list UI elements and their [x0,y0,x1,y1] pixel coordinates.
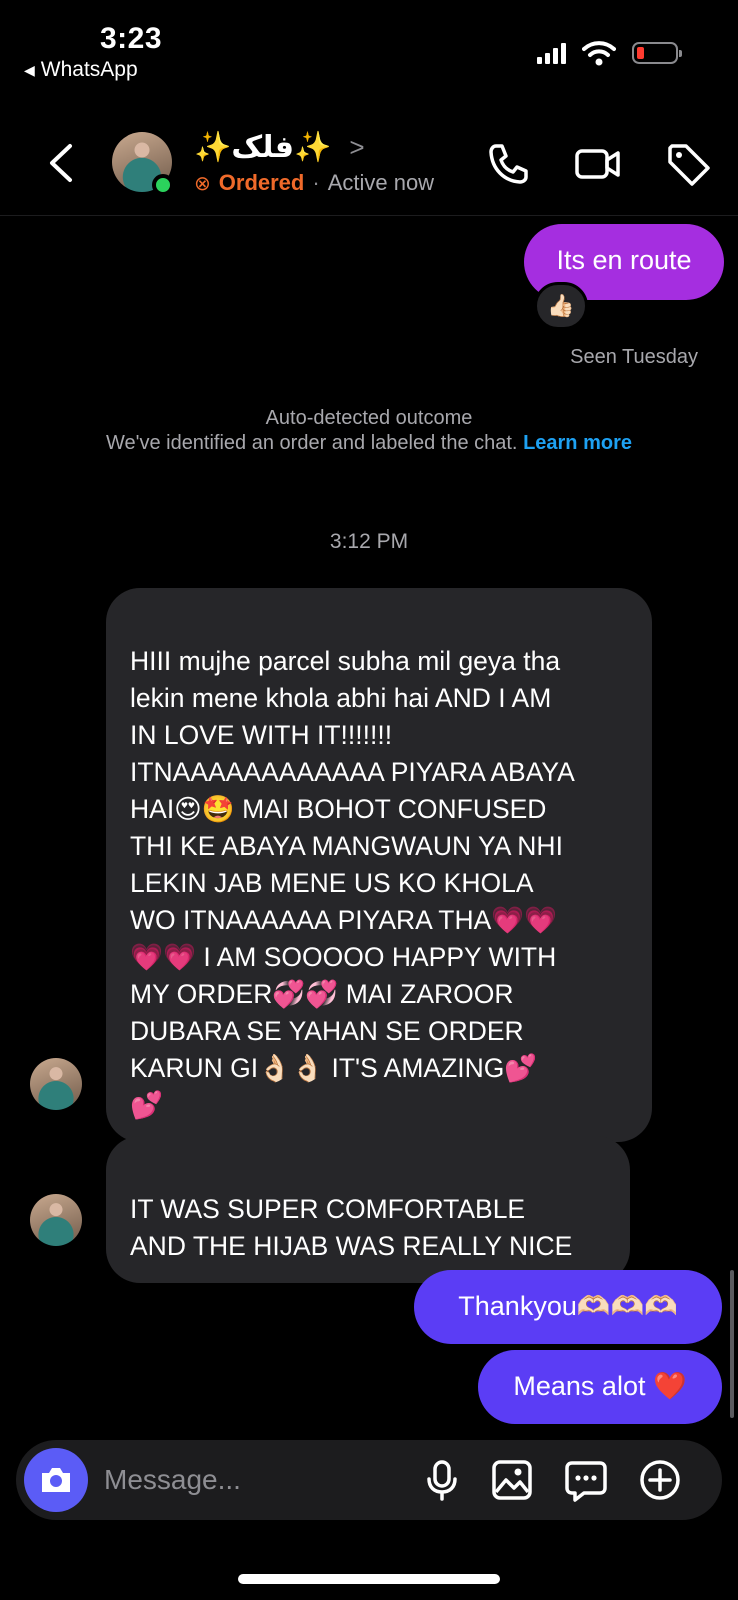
separator: · [312,170,320,195]
message-text: HIII mujhe parcel subha mil geya tha lek… [130,646,575,1120]
seen-status: Seen Tuesday [570,346,698,368]
message-composer [16,1440,722,1520]
battery-icon [632,42,682,64]
order-label-icon: ⊗ [194,172,211,195]
message-text: Thankyou🫶🏻🫶🏻🫶🏻 [458,1291,678,1321]
chevron-left-icon[interactable] [42,140,82,186]
back-app-label: WhatsApp [40,58,138,81]
message-text: Means alot ❤️ [513,1371,687,1401]
status-time: 3:23 [100,22,163,55]
back-to-app-link[interactable]: ◀ WhatsApp [24,58,138,82]
sender-avatar[interactable] [30,1194,82,1246]
message-bubble-incoming[interactable]: IT WAS SUPER COMFORTABLE AND THE HIJAB W… [106,1136,630,1283]
plus-circle-icon[interactable] [638,1458,682,1502]
tag-icon[interactable] [664,140,712,188]
online-status-dot [152,174,174,196]
message-bubble-incoming[interactable]: HIII mujhe parcel subha mil geya tha lek… [106,588,652,1142]
message-text: Its en route [556,245,692,275]
message-timestamp: 3:12 PM [329,530,409,553]
back-arrow-icon: ◀ [24,61,35,78]
chevron-right-icon: > [349,132,365,162]
order-label[interactable]: Ordered [219,170,305,196]
wifi-icon [582,41,616,66]
sender-avatar[interactable] [30,1058,82,1110]
video-camera-icon[interactable] [574,140,622,188]
note-title: Auto-detected outcome [265,407,473,429]
scrollbar[interactable] [730,1270,734,1418]
status-icons [537,40,682,66]
presence-status: Active now [327,170,435,195]
microphone-icon[interactable] [420,1458,464,1502]
contact-subtitle: ⊗ Ordered · Active now [194,170,434,196]
contact-name-link[interactable]: ✨فلک✨ > [194,130,365,165]
sticker-icon[interactable] [564,1458,608,1502]
camera-icon [42,1468,70,1492]
message-input[interactable] [104,1460,394,1500]
message-bubble-outgoing[interactable]: Thankyou🫶🏻🫶🏻🫶🏻 [414,1270,722,1344]
message-text: IT WAS SUPER COMFORTABLE AND THE HIJAB W… [130,1194,573,1261]
phone-icon[interactable] [484,140,532,188]
gallery-icon[interactable] [490,1458,534,1502]
status-bar: 3:23 ◀ WhatsApp [0,0,738,90]
chat-header: ✨فلک✨ > ⊗ Ordered · Active now [0,110,738,216]
camera-button[interactable] [24,1448,88,1512]
signal-icon [537,42,566,64]
message-reaction[interactable]: 👍🏻 [534,282,588,330]
note-body: We've identified an order and labeled th… [105,432,518,454]
contact-name: ✨فلک✨ [194,131,332,164]
learn-more-link[interactable]: Learn more [523,432,632,454]
message-bubble-outgoing[interactable]: Means alot ❤️ [478,1350,722,1424]
home-indicator[interactable] [238,1574,500,1584]
auto-detected-outcome-note: Auto-detected outcome We've identified a… [100,406,638,456]
